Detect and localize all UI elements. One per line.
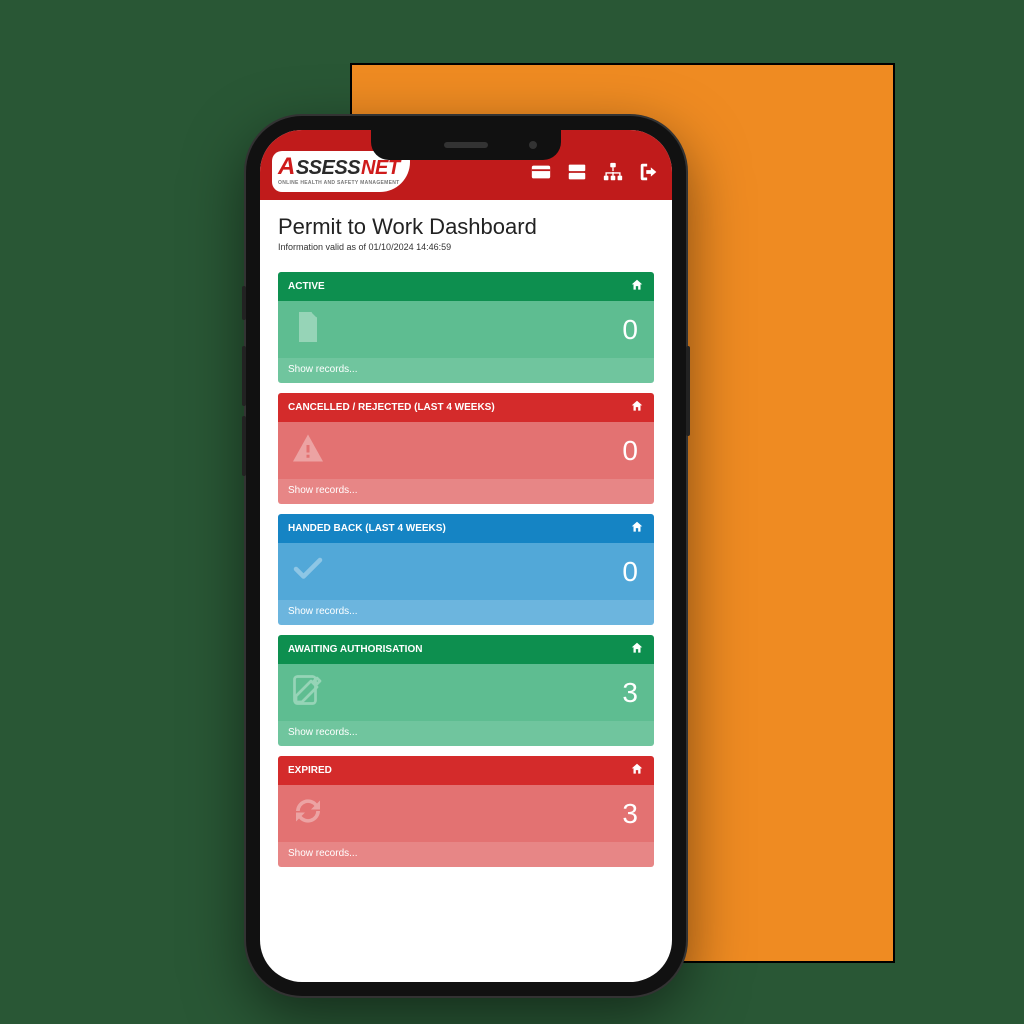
- logo-subtitle: ONLINE HEALTH AND SAFETY MANAGEMENT: [278, 181, 400, 186]
- card-count: 0: [622, 556, 638, 588]
- card-cancelled[interactable]: CANCELLED / REJECTED (LAST 4 WEEKS) 0 Sh…: [278, 393, 654, 504]
- edit-icon: [290, 672, 326, 713]
- card-label: CANCELLED / REJECTED (LAST 4 WEEKS): [288, 402, 495, 413]
- page-subtitle: Information valid as of 01/10/2024 14:46…: [278, 242, 654, 252]
- card-count: 3: [622, 798, 638, 830]
- card-icon[interactable]: [530, 161, 552, 188]
- show-records-link[interactable]: Show records...: [278, 358, 654, 383]
- card-active[interactable]: ACTIVE 0 Show records...: [278, 272, 654, 383]
- home-icon[interactable]: [630, 520, 644, 537]
- check-icon: [290, 551, 326, 592]
- card-handed-back[interactable]: HANDED BACK (LAST 4 WEEKS) 0 Show record…: [278, 514, 654, 625]
- list-icon[interactable]: [566, 161, 588, 188]
- card-label: HANDED BACK (LAST 4 WEEKS): [288, 523, 446, 534]
- warning-icon: [290, 430, 326, 471]
- page-title: Permit to Work Dashboard: [278, 214, 654, 240]
- sitemap-icon[interactable]: [602, 161, 624, 188]
- phone-screen: ASSESSNET ONLINE HEALTH AND SAFETY MANAG…: [260, 130, 672, 982]
- show-records-link[interactable]: Show records...: [278, 721, 654, 746]
- card-label: EXPIRED: [288, 765, 332, 776]
- card-expired[interactable]: EXPIRED 3 Show records...: [278, 756, 654, 867]
- dashboard-cards: ACTIVE 0 Show records... CANCELLED / REJ…: [278, 272, 654, 867]
- card-count: 0: [622, 314, 638, 346]
- card-count: 3: [622, 677, 638, 709]
- home-icon[interactable]: [630, 641, 644, 658]
- phone-frame: ASSESSNET ONLINE HEALTH AND SAFETY MANAG…: [246, 116, 686, 996]
- show-records-link[interactable]: Show records...: [278, 479, 654, 504]
- home-icon[interactable]: [630, 762, 644, 779]
- refresh-icon: [290, 793, 326, 834]
- logout-icon[interactable]: [638, 161, 660, 188]
- show-records-link[interactable]: Show records...: [278, 842, 654, 867]
- card-awaiting-authorisation[interactable]: AWAITING AUTHORISATION 3 Show records...: [278, 635, 654, 746]
- card-count: 0: [622, 435, 638, 467]
- show-records-link[interactable]: Show records...: [278, 600, 654, 625]
- home-icon[interactable]: [630, 399, 644, 416]
- file-icon: [290, 309, 326, 350]
- home-icon[interactable]: [630, 278, 644, 295]
- phone-notch: [371, 130, 561, 160]
- card-label: ACTIVE: [288, 281, 325, 292]
- card-label: AWAITING AUTHORISATION: [288, 644, 422, 655]
